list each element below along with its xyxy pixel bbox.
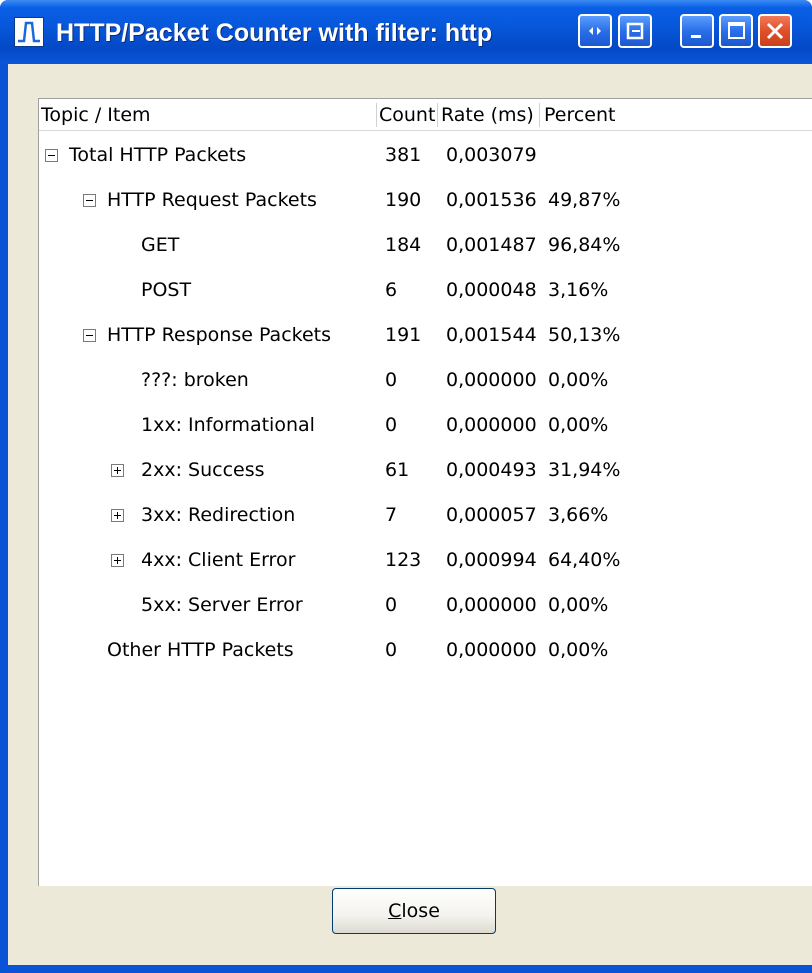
column-header-rate[interactable]: Rate (ms) (441, 99, 534, 131)
row-label: ???: broken (141, 369, 249, 391)
tree-row-http-response[interactable]: HTTP Response Packets 191 0,001544 50,13… (39, 313, 812, 358)
row-label: Total HTTP Packets (69, 144, 247, 166)
tree-row-3xx[interactable]: 3xx: Redirection 7 0,000057 3,66% (39, 493, 812, 538)
row-count: 61 (385, 459, 410, 481)
row-rate: 0,000493 (446, 459, 537, 481)
close-button-label: lose (401, 900, 440, 922)
row-count: 7 (385, 504, 398, 526)
collapse-icon[interactable] (83, 329, 96, 342)
column-header-row: Topic / Item Count Rate (ms) Percent (39, 99, 812, 131)
expand-icon[interactable] (111, 464, 124, 477)
maximize-button[interactable] (719, 14, 753, 48)
expand-icon[interactable] (111, 509, 124, 522)
row-rate: 0,000000 (446, 594, 537, 616)
row-label: 3xx: Redirection (141, 504, 296, 526)
row-rate: 0,001536 (446, 189, 537, 211)
restore-button[interactable] (618, 14, 652, 48)
tree-row-http-request[interactable]: HTTP Request Packets 190 0,001536 49,87% (39, 178, 812, 223)
row-rate: 0,000000 (446, 414, 537, 436)
tree-row-5xx[interactable]: 5xx: Server Error 0 0,000000 0,00% (39, 583, 812, 628)
tree-row-2xx[interactable]: 2xx: Success 61 0,000493 31,94% (39, 448, 812, 493)
close-window-button[interactable] (758, 14, 792, 48)
row-percent: 49,87% (548, 189, 621, 211)
statistics-tree-list[interactable]: Topic / Item Count Rate (ms) Percent Tot… (38, 98, 812, 886)
expand-icon[interactable] (111, 554, 124, 567)
column-divider[interactable] (437, 103, 438, 127)
row-rate: 0,001544 (446, 324, 537, 346)
row-label: 1xx: Informational (141, 414, 315, 436)
row-label: Other HTTP Packets (107, 639, 294, 661)
tree-row-4xx[interactable]: 4xx: Client Error 123 0,000994 64,40% (39, 538, 812, 583)
row-count: 191 (385, 324, 422, 346)
waveform-app-icon[interactable] (14, 17, 44, 47)
row-percent: 0,00% (548, 369, 609, 391)
minimize-button[interactable] (680, 14, 714, 48)
tree-row-1xx[interactable]: 1xx: Informational 0 0,000000 0,00% (39, 403, 812, 448)
title-bar[interactable]: HTTP/Packet Counter with filter: http (0, 0, 812, 64)
application-window: HTTP/Packet Counter with filter: http To… (0, 0, 812, 973)
row-label: 2xx: Success (141, 459, 265, 481)
close-button[interactable]: Close (332, 888, 496, 934)
row-percent: 3,16% (548, 279, 609, 301)
row-rate: 0,000048 (446, 279, 537, 301)
row-label: GET (141, 234, 180, 256)
row-rate: 0,003079 (446, 144, 537, 166)
row-count: 0 (385, 639, 398, 661)
row-rate: 0,001487 (446, 234, 537, 256)
row-rate: 0,000000 (446, 639, 537, 661)
row-label: HTTP Request Packets (107, 189, 317, 211)
close-icon (766, 22, 784, 40)
maximize-icon (728, 22, 745, 39)
row-count: 0 (385, 414, 398, 436)
column-header-count[interactable]: Count (379, 99, 435, 131)
collapse-icon[interactable] (83, 194, 96, 207)
row-percent: 64,40% (548, 549, 621, 571)
row-percent: 96,84% (548, 234, 621, 256)
maximize-toggle-icon (589, 27, 601, 35)
row-count: 0 (385, 594, 398, 616)
close-button-mnemonic: C (388, 900, 402, 922)
row-percent: 50,13% (548, 324, 621, 346)
row-count: 0 (385, 369, 398, 391)
dialog-body: Topic / Item Count Rate (ms) Percent Tot… (8, 64, 812, 965)
column-divider[interactable] (376, 103, 377, 127)
row-label: HTTP Response Packets (107, 324, 332, 346)
column-divider[interactable] (539, 103, 540, 127)
window-title: HTTP/Packet Counter with filter: http (56, 19, 493, 47)
row-label: 4xx: Client Error (141, 549, 296, 571)
tree-row-total-http[interactable]: Total HTTP Packets 381 0,003079 (39, 133, 812, 178)
collapse-icon[interactable] (45, 149, 58, 162)
row-rate: 0,000000 (446, 369, 537, 391)
row-percent: 0,00% (548, 414, 609, 436)
column-header-percent[interactable]: Percent (544, 99, 616, 131)
row-percent: 0,00% (548, 594, 609, 616)
row-rate: 0,000994 (446, 549, 537, 571)
row-count: 6 (385, 279, 398, 301)
row-label: 5xx: Server Error (141, 594, 303, 616)
row-percent: 3,66% (548, 504, 609, 526)
tree-row-post[interactable]: POST 6 0,000048 3,16% (39, 268, 812, 313)
restore-icon (626, 22, 644, 40)
row-count: 123 (385, 549, 422, 571)
row-count: 184 (385, 234, 422, 256)
row-percent: 31,94% (548, 459, 621, 481)
tree-row-get[interactable]: GET 184 0,001487 96,84% (39, 223, 812, 268)
row-rate: 0,000057 (446, 504, 537, 526)
minimize-icon (691, 35, 701, 38)
tree-row-broken[interactable]: ???: broken 0 0,000000 0,00% (39, 358, 812, 403)
row-count: 190 (385, 189, 422, 211)
tree-row-other-http[interactable]: Other HTTP Packets 0 0,000000 0,00% (39, 628, 812, 673)
row-percent: 0,00% (548, 639, 609, 661)
row-count: 381 (385, 144, 422, 166)
column-header-topic[interactable]: Topic / Item (41, 99, 151, 131)
row-label: POST (141, 279, 192, 301)
maximize-toggle-button[interactable] (578, 14, 612, 48)
